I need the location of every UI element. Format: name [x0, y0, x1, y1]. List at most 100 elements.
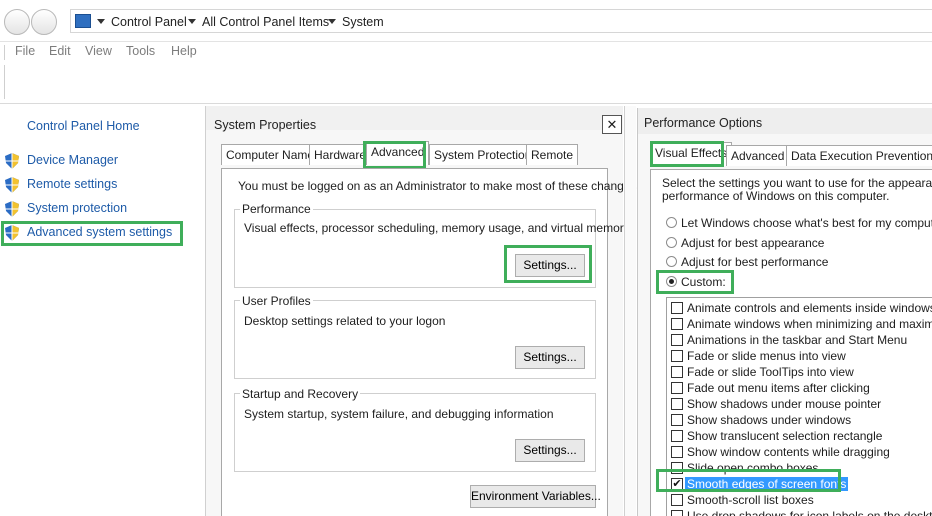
radio-custom[interactable] — [666, 276, 677, 287]
effect-label: Fade or slide menus into view — [687, 349, 846, 363]
tab-perf-advanced[interactable]: Advanced — [726, 145, 790, 166]
system-properties-title: System Properties — [214, 118, 317, 132]
effect-label: Smooth edges of screen fonts — [685, 477, 849, 491]
nav-advanced-system-settings[interactable]: Advanced system settings — [27, 225, 172, 239]
effect-checkbox[interactable] — [671, 510, 683, 516]
nav-control-panel-home[interactable]: Control Panel Home — [27, 119, 140, 133]
tab-label: Data Execution Prevention — [791, 149, 932, 163]
effect-label: Show window contents while dragging — [687, 445, 890, 459]
visual-effects-intro-line1: Select the settings you want to use for … — [662, 176, 932, 190]
performance-options-title: Performance Options — [644, 116, 763, 130]
menu-file[interactable]: File — [15, 44, 35, 58]
tab-remote[interactable]: Remote — [526, 144, 579, 165]
system-properties-dialog: System Properties ✕ Computer Name Hardwa… — [205, 106, 640, 516]
effect-checkbox[interactable] — [671, 366, 683, 378]
nav-device-manager[interactable]: Device Manager — [27, 153, 118, 167]
tab-computer-name[interactable]: Computer Name — [221, 144, 320, 165]
close-button[interactable]: ✕ — [602, 115, 622, 134]
menu-tools[interactable]: Tools — [126, 44, 155, 58]
effect-checkbox[interactable] — [671, 302, 683, 314]
performance-title: Performance — [240, 202, 313, 216]
visual-effects-list[interactable]: Animate controls and elements inside win… — [666, 297, 932, 516]
chevron-down-icon[interactable] — [328, 19, 336, 24]
radio-let-windows-choose[interactable] — [666, 217, 677, 228]
performance-options-tabs: Visual Effects Advanced Data Execution P… — [650, 142, 932, 169]
command-area — [0, 63, 932, 104]
tab-system-protection[interactable]: System Protection — [429, 144, 537, 165]
tab-label: Visual Effects — [655, 146, 728, 160]
advanced-tab-page: You must be logged on as an Administrato… — [221, 168, 640, 516]
effect-checkbox[interactable]: ✔ — [671, 478, 683, 490]
address-field[interactable]: Control Panel All Control Panel Items Sy… — [70, 9, 932, 33]
left-nav-pane: Control Panel Home Device Manager Remote… — [0, 105, 204, 516]
shield-icon — [5, 153, 19, 169]
startup-recovery-title: Startup and Recovery — [240, 387, 361, 401]
effect-label: Fade out menu items after clicking — [687, 381, 870, 395]
tab-label: Remote — [531, 148, 574, 162]
admin-note: You must be logged on as an Administrato… — [238, 179, 640, 193]
effect-label: Fade or slide ToolTips into view — [687, 365, 854, 379]
effect-label: Show shadows under windows — [687, 413, 852, 427]
radio-custom-label: Custom: — [681, 275, 726, 289]
effect-checkbox[interactable] — [671, 414, 683, 426]
radio-best-performance[interactable] — [666, 256, 677, 267]
shield-icon — [5, 201, 19, 217]
user-profiles-title: User Profiles — [240, 294, 313, 308]
background-window-strip — [624, 106, 636, 516]
performance-desc: Visual effects, processor scheduling, me… — [244, 221, 630, 235]
tab-label: System Protection — [434, 148, 532, 162]
effect-label: Show translucent selection rectangle — [687, 429, 883, 443]
tab-label: Hardware — [314, 148, 367, 162]
close-icon: ✕ — [606, 117, 618, 132]
environment-variables-button[interactable]: Environment Variables... — [470, 485, 601, 508]
effect-label: Show shadows under mouse pointer — [687, 397, 882, 411]
chevron-down-icon[interactable] — [188, 19, 196, 24]
effect-label: Use drop shadows for icon labels on the … — [687, 509, 932, 516]
effect-checkbox[interactable] — [671, 382, 683, 394]
effect-checkbox[interactable] — [671, 398, 683, 410]
tab-data-execution-prevention[interactable]: Data Execution Prevention — [786, 145, 932, 166]
breadcrumb-system[interactable]: System — [342, 15, 384, 29]
back-button[interactable] — [4, 9, 30, 35]
system-properties-tabs: Computer Name Hardware Advanced System P… — [221, 141, 601, 168]
effect-checkbox[interactable] — [671, 494, 683, 506]
performance-options-dialog: Performance Options Visual Effects Advan… — [637, 108, 932, 516]
nav-system-protection[interactable]: System protection — [27, 201, 127, 215]
shield-icon — [5, 225, 19, 241]
effect-label: Animations in the taskbar and Start Menu — [687, 333, 908, 347]
user-profiles-settings-button[interactable]: Settings... — [515, 346, 585, 369]
user-profiles-desc: Desktop settings related to your logon — [244, 314, 446, 328]
tab-advanced[interactable]: Advanced — [366, 141, 430, 165]
menu-bar: File Edit View Tools Help — [0, 43, 932, 63]
menu-help[interactable]: Help — [171, 44, 197, 58]
breadcrumb-control-panel[interactable]: Control Panel — [111, 15, 187, 29]
effect-checkbox[interactable] — [671, 318, 683, 330]
nav-remote-settings[interactable]: Remote settings — [27, 177, 117, 191]
menu-edit[interactable]: Edit — [49, 44, 71, 58]
effect-checkbox[interactable] — [671, 350, 683, 362]
effect-checkbox[interactable] — [671, 462, 683, 474]
history-dropdown-icon[interactable] — [97, 19, 105, 24]
explorer-address-bar: Control Panel All Control Panel Items Sy… — [0, 0, 932, 42]
effect-label: Animate controls and elements inside win… — [687, 301, 932, 315]
radio-let-windows-choose-label: Let Windows choose what's best for my co… — [681, 216, 932, 230]
visual-effects-intro-line2: performance of Windows on this computer. — [662, 189, 890, 203]
tab-visual-effects[interactable]: Visual Effects — [650, 142, 733, 166]
tab-label: Advanced — [731, 149, 785, 163]
performance-options-titlebar: Performance Options — [638, 108, 932, 134]
effect-checkbox[interactable] — [671, 334, 683, 346]
system-properties-titlebar: System Properties — [206, 106, 623, 132]
startup-recovery-desc: System startup, system failure, and debu… — [244, 407, 554, 421]
performance-settings-button[interactable]: Settings... — [515, 254, 585, 277]
effect-checkbox[interactable] — [671, 446, 683, 458]
radio-best-performance-label: Adjust for best performance — [681, 255, 829, 269]
tab-label: Advanced — [371, 145, 425, 159]
breadcrumb-all-items[interactable]: All Control Panel Items — [202, 15, 329, 29]
menu-view[interactable]: View — [85, 44, 112, 58]
radio-best-appearance[interactable] — [666, 237, 677, 248]
forward-button[interactable] — [31, 9, 57, 35]
tab-hardware[interactable]: Hardware — [309, 144, 372, 165]
effect-checkbox[interactable] — [671, 430, 683, 442]
startup-recovery-settings-button[interactable]: Settings... — [515, 439, 585, 462]
menu-divider — [4, 45, 5, 60]
